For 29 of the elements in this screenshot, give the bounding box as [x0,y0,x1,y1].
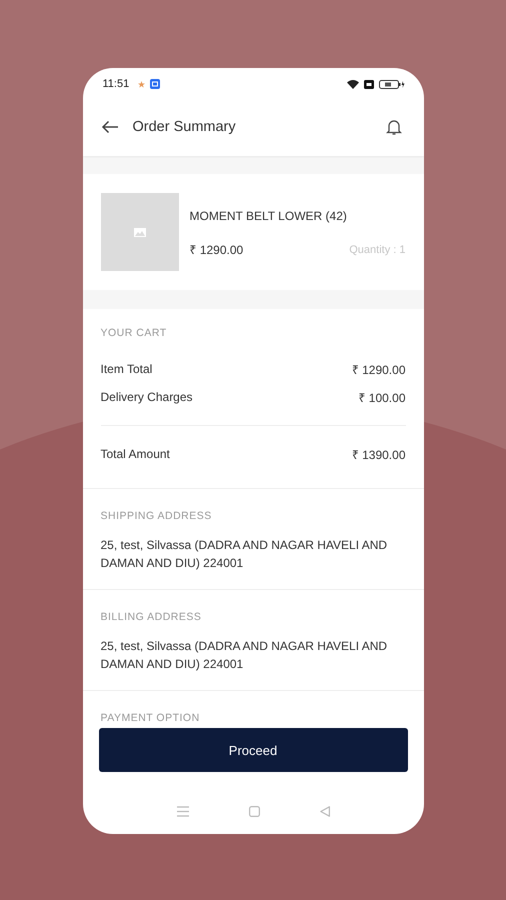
section-heading: SHIPPING ADDRESS [100,509,213,522]
row-value: ₹ 1390.00 [352,446,406,462]
status-time: 11:51 [102,78,130,90]
product-name: MOMENT BELT LOWER (42) [190,208,348,222]
product-price: ₹ 1290.00 [190,242,244,258]
proceed-button[interactable]: Proceed [98,728,408,772]
star-icon [138,80,146,88]
battery-icon [378,80,404,88]
address-text: 25, test, Silvassa (DADRA AND NAGAR HAVELI AND DAMAN AND DIU) 224001 [100,537,388,572]
row-label: Total Amount [100,447,170,461]
menu-icon[interactable] [176,806,188,817]
row-value: ₹ 1290.00 [352,362,406,378]
back-triangle-icon[interactable] [320,806,330,817]
section-heading: PAYMENT OPTION [100,711,201,724]
row-value: ₹ 100.00 [358,390,406,406]
bell-icon[interactable] [386,118,402,136]
section-heading: YOUR CART [100,326,168,339]
product-quantity: Quantity : 1 [349,244,406,256]
address-text: 25, test, Silvassa (DADRA AND NAGAR HAVELI AND DAMAN AND DIU) 224001 [100,638,388,673]
page-title: Order Summary [132,119,236,135]
section-heading: BILLING ADDRESS [100,610,202,623]
app-icon [150,79,160,89]
back-arrow-icon[interactable] [100,120,118,134]
row-label: Delivery Charges [100,390,193,404]
wifi-icon [346,79,358,89]
row-label: Item Total [100,362,152,376]
image-icon [134,228,146,236]
home-square-icon[interactable] [248,806,260,817]
message-icon [364,80,374,88]
